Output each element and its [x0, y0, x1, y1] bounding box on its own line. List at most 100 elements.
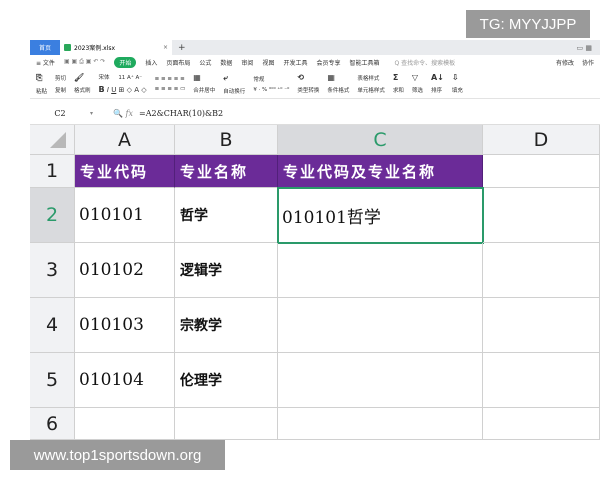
fx-label: fx	[125, 109, 134, 118]
menu-insert[interactable]: 插入	[145, 58, 157, 67]
cell-b6[interactable]	[175, 408, 278, 440]
wrap-icon: ⤶	[223, 72, 228, 82]
menu-developer[interactable]: 开发工具	[283, 58, 307, 67]
cell-b5[interactable]: 伦理学	[175, 353, 278, 408]
menu-bar: ≡ 文件 ▣ ▣ ⎙ ▣ ↶ ↷ 开始 插入 页面布局 公式 数据 审阅 视图 …	[30, 55, 600, 69]
menu-smart-tools[interactable]: 智能工具箱	[349, 58, 379, 67]
menu-data[interactable]: 数据	[220, 58, 232, 67]
quick-access-icons[interactable]: ▣ ▣ ⎙ ▣ ↶ ↷	[64, 58, 105, 66]
menu-start[interactable]: 开始	[114, 56, 137, 68]
cell-d2[interactable]	[483, 188, 600, 243]
cell-a3[interactable]: 010102	[75, 243, 175, 298]
menu-review[interactable]: 审阅	[241, 58, 253, 67]
sort-icon: A↓	[430, 73, 444, 82]
xlsx-icon	[64, 44, 71, 51]
header-cell-b1[interactable]: 专业名称	[175, 155, 278, 188]
type-convert-button[interactable]: 类型转换	[297, 86, 319, 94]
menu-formula[interactable]: 公式	[199, 58, 211, 67]
brush-icon: 🖌	[74, 73, 85, 82]
tab-home[interactable]: 首页	[30, 40, 60, 55]
menu-view[interactable]: 视图	[262, 58, 274, 67]
select-all-corner[interactable]	[30, 125, 75, 155]
cell-c6[interactable]	[278, 408, 483, 440]
cut-button[interactable]: 剪切	[55, 74, 66, 82]
name-box-dropdown-icon[interactable]: ▾	[90, 110, 93, 117]
sort-button[interactable]: 排序	[431, 86, 444, 94]
formula-bar: C2 ▾ 🔍 fx =A2&CHAR(10)&B2	[30, 103, 600, 125]
cell-style-button[interactable]: 单元格样式	[357, 86, 385, 94]
cell-b2[interactable]: 哲学	[175, 188, 278, 243]
paste-button[interactable]: 粘贴	[36, 87, 47, 95]
tab-file[interactable]: 2023案例.xlsx ×	[60, 40, 172, 55]
row-header-1[interactable]: 1	[30, 155, 75, 188]
spreadsheet-app: 首页 2023案例.xlsx × + ▭ ▦ ≡ 文件 ▣ ▣ ⎙ ▣ ↶ ↷ 开…	[30, 40, 600, 440]
copy-button[interactable]: 复制	[55, 86, 66, 94]
command-search[interactable]: Q 查找命令、搜索模板	[395, 58, 456, 67]
cell-d3[interactable]	[483, 243, 600, 298]
number-format-icons[interactable]: ¥ · % ⁰⁰⁰ ⁺⁰ ⁻⁰	[253, 87, 289, 93]
header-cell-a1[interactable]: 专业代码	[75, 155, 175, 188]
row-header-3[interactable]: 3	[30, 243, 75, 298]
ribbon-toolbar: ⎘ 粘贴 剪切 复制 🖌 格式刷 宋体 11 A⁺ A⁻ B I U ⊞ ◇ A ◇ ≡…	[30, 69, 600, 99]
fx-icon[interactable]: 🔍 fx	[113, 109, 133, 118]
column-header-b[interactable]: B	[175, 125, 278, 155]
cell-b3[interactable]: 逻辑学	[175, 243, 278, 298]
window-layout-icon[interactable]: ▭ ▦	[577, 44, 592, 52]
collaborate-button[interactable]: 协作	[582, 58, 594, 67]
merge-icon: ▦	[193, 73, 201, 82]
conditional-format-button[interactable]: 条件格式	[327, 86, 349, 94]
cell-a5[interactable]: 010104	[75, 353, 175, 408]
watermark-top: TG: MYYJJPP	[466, 10, 590, 38]
cell-c4[interactable]	[278, 298, 483, 353]
row-header-4[interactable]: 4	[30, 298, 75, 353]
cell-c5[interactable]	[278, 353, 483, 408]
menu-page-layout[interactable]: 页面布局	[166, 58, 190, 67]
font-format-icons[interactable]: B I U ⊞ ◇ A ◇	[99, 85, 147, 94]
paste-icon: ⎘	[36, 72, 43, 82]
font-size-select[interactable]: 11	[118, 75, 125, 81]
column-header-c[interactable]: C	[278, 125, 483, 155]
cell-d6[interactable]	[483, 408, 600, 440]
cell-c2[interactable]: 010101哲学	[277, 187, 484, 244]
number-format-select[interactable]: 常规	[253, 75, 289, 83]
cell-a4[interactable]: 010103	[75, 298, 175, 353]
cell-a6[interactable]	[75, 408, 175, 440]
filter-icon: ▽	[411, 73, 419, 82]
column-header-a[interactable]: A	[75, 125, 175, 155]
cell-a2[interactable]: 010101	[75, 188, 175, 243]
cell-c2-value: 010101哲学	[282, 207, 381, 228]
menu-member[interactable]: 会员专享	[316, 58, 340, 67]
format-painter-button[interactable]: 格式刷	[74, 86, 91, 94]
menu-file[interactable]: ≡ 文件	[36, 58, 55, 67]
merge-center-button[interactable]: 合并居中	[193, 86, 215, 94]
conditional-icon: ▦	[327, 73, 335, 82]
header-cell-c1[interactable]: 专业代码及专业名称	[278, 155, 483, 188]
row-header-2[interactable]: 2	[30, 188, 75, 243]
sum-icon: Σ	[392, 73, 399, 82]
fill-button[interactable]: 填充	[452, 86, 463, 94]
row-header-5[interactable]: 5	[30, 353, 75, 408]
align-icons[interactable]: ≡ ≡ ≡ ≡ ≡	[155, 76, 186, 82]
convert-icon: ⟲	[297, 73, 305, 82]
row-header-6[interactable]: 6	[30, 408, 75, 440]
align-icons-2[interactable]: ≡ ≡ ≡ ≡ ▭	[155, 86, 186, 92]
cell-c3[interactable]	[278, 243, 483, 298]
has-changes[interactable]: 有修改	[556, 58, 574, 67]
fill-icon: ⇩	[451, 73, 459, 82]
new-tab-button[interactable]: +	[178, 43, 186, 53]
tab-bar: 首页 2023案例.xlsx × + ▭ ▦	[30, 40, 600, 55]
close-tab-button[interactable]: ×	[163, 44, 168, 51]
table-style-button[interactable]: 表格样式	[357, 74, 385, 82]
name-box[interactable]: C2	[30, 109, 90, 118]
cell-b4[interactable]: 宗教学	[175, 298, 278, 353]
wrap-text-button[interactable]: 自动换行	[223, 87, 245, 95]
cell-d1[interactable]	[483, 155, 600, 188]
watermark-bottom: www.top1sportsdown.org	[10, 440, 225, 470]
sum-button[interactable]: 求和	[393, 86, 404, 94]
cell-d4[interactable]	[483, 298, 600, 353]
column-header-d[interactable]: D	[483, 125, 600, 155]
font-select[interactable]: 宋体	[99, 75, 110, 81]
filter-button[interactable]: 筛选	[412, 86, 423, 94]
cell-d5[interactable]	[483, 353, 600, 408]
formula-input[interactable]: =A2&CHAR(10)&B2	[139, 109, 223, 118]
